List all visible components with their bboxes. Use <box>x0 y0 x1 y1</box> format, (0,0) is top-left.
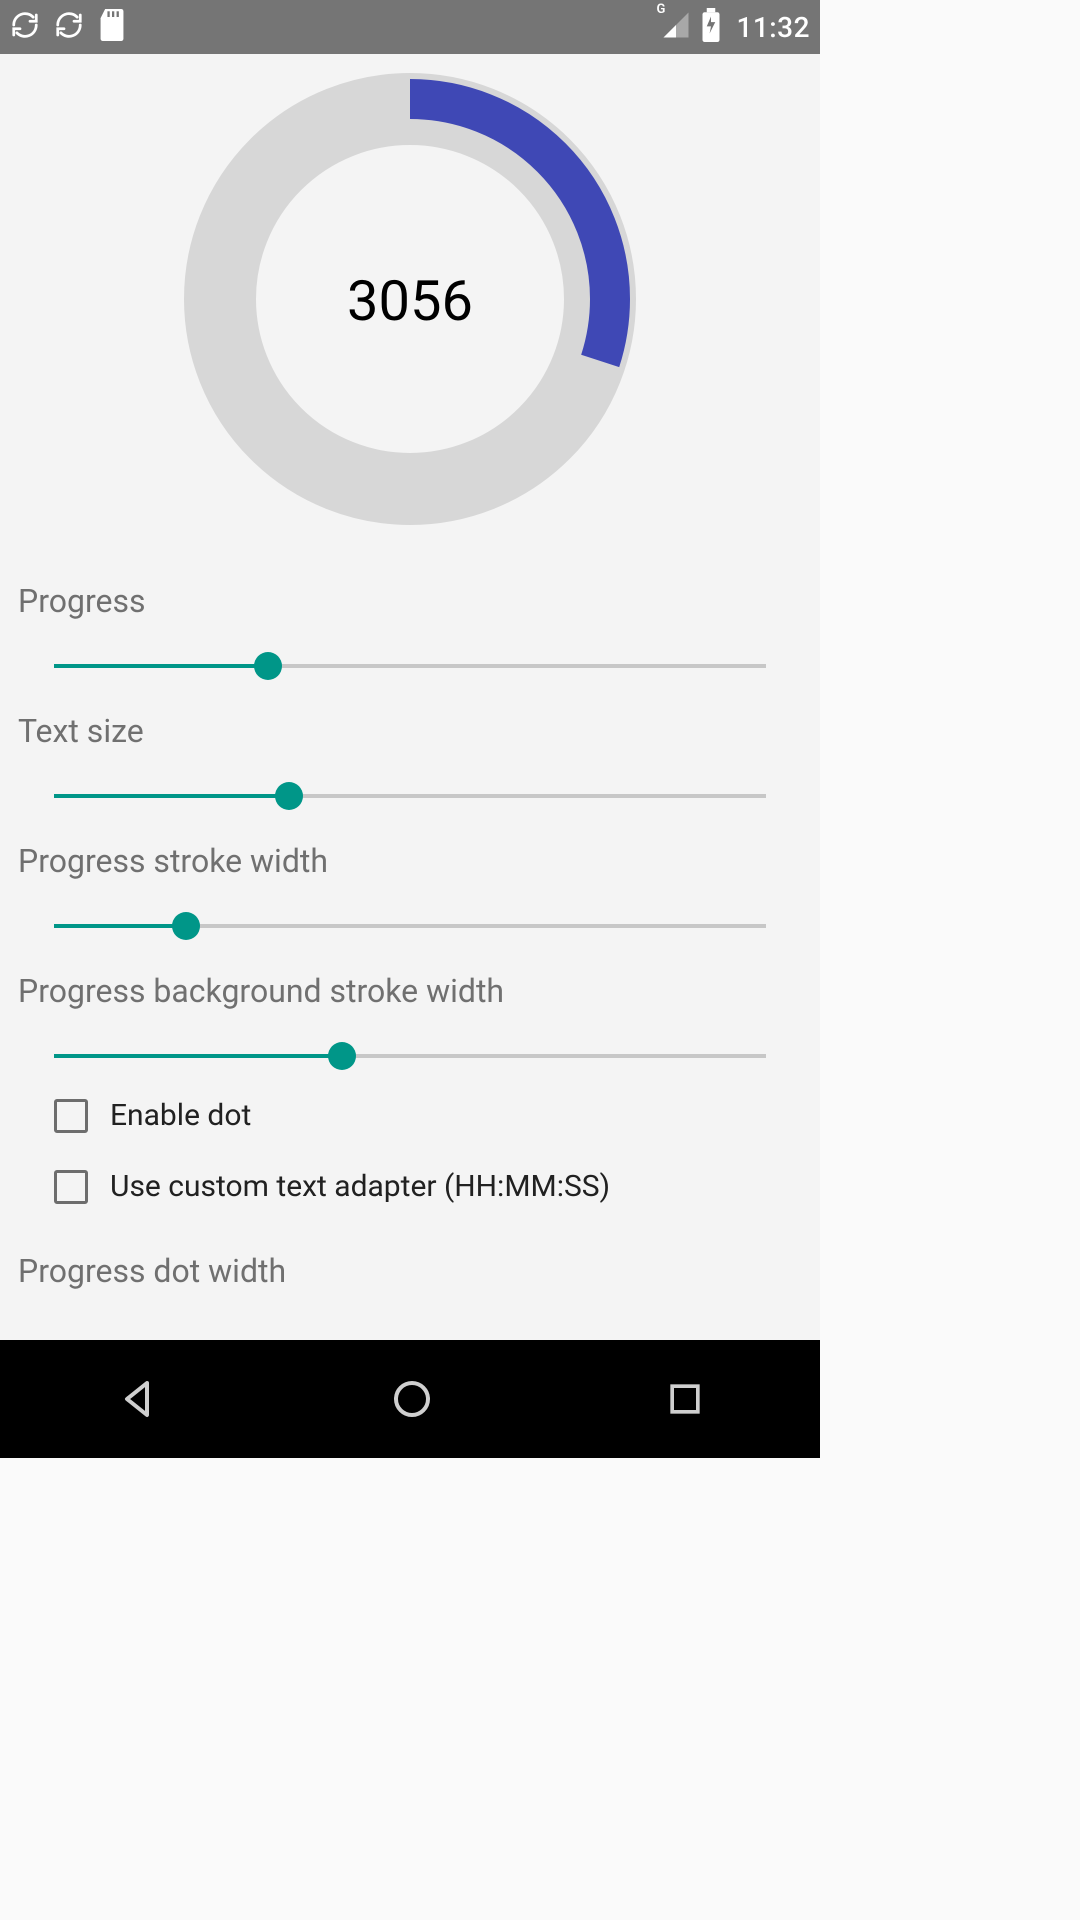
slider-text-size[interactable] <box>54 780 766 812</box>
slider-progress[interactable] <box>54 650 766 682</box>
circular-progress: 3056 <box>183 72 637 526</box>
progress-value-text: 3056 <box>347 268 473 334</box>
sd-card-icon <box>98 9 126 45</box>
checkbox-row-text-adapter[interactable]: Use custom text adapter (HH:MM:SS) <box>18 1151 802 1222</box>
checkbox-enable-dot[interactable] <box>54 1099 88 1133</box>
slider-label-progress-stroke: Progress stroke width <box>18 842 802 880</box>
checkbox-label-enable-dot: Enable dot <box>110 1098 251 1133</box>
sync-icon <box>10 10 40 44</box>
main-content: 3056 Progress Text size Progress stroke … <box>0 54 820 1340</box>
slider-label-dot-width: Progress dot width <box>18 1252 802 1290</box>
back-button[interactable] <box>113 1375 161 1423</box>
slider-bg-stroke[interactable] <box>54 1040 766 1072</box>
status-bar: G 11:32 <box>0 0 820 54</box>
recents-button[interactable] <box>663 1377 707 1421</box>
navigation-bar <box>0 1340 820 1458</box>
sync-icon <box>54 10 84 44</box>
checkbox-label-text-adapter: Use custom text adapter (HH:MM:SS) <box>110 1169 610 1204</box>
slider-progress-stroke[interactable] <box>54 910 766 942</box>
checkbox-row-enable-dot[interactable]: Enable dot <box>18 1080 802 1151</box>
signal-icon: G <box>660 10 692 44</box>
slider-label-progress: Progress <box>18 582 802 620</box>
clock-text: 11:32 <box>736 11 810 44</box>
checkbox-text-adapter[interactable] <box>54 1170 88 1204</box>
slider-label-text-size: Text size <box>18 712 802 750</box>
slider-label-bg-stroke: Progress background stroke width <box>18 972 802 1010</box>
battery-charging-icon <box>700 8 722 46</box>
home-button[interactable] <box>388 1375 436 1423</box>
